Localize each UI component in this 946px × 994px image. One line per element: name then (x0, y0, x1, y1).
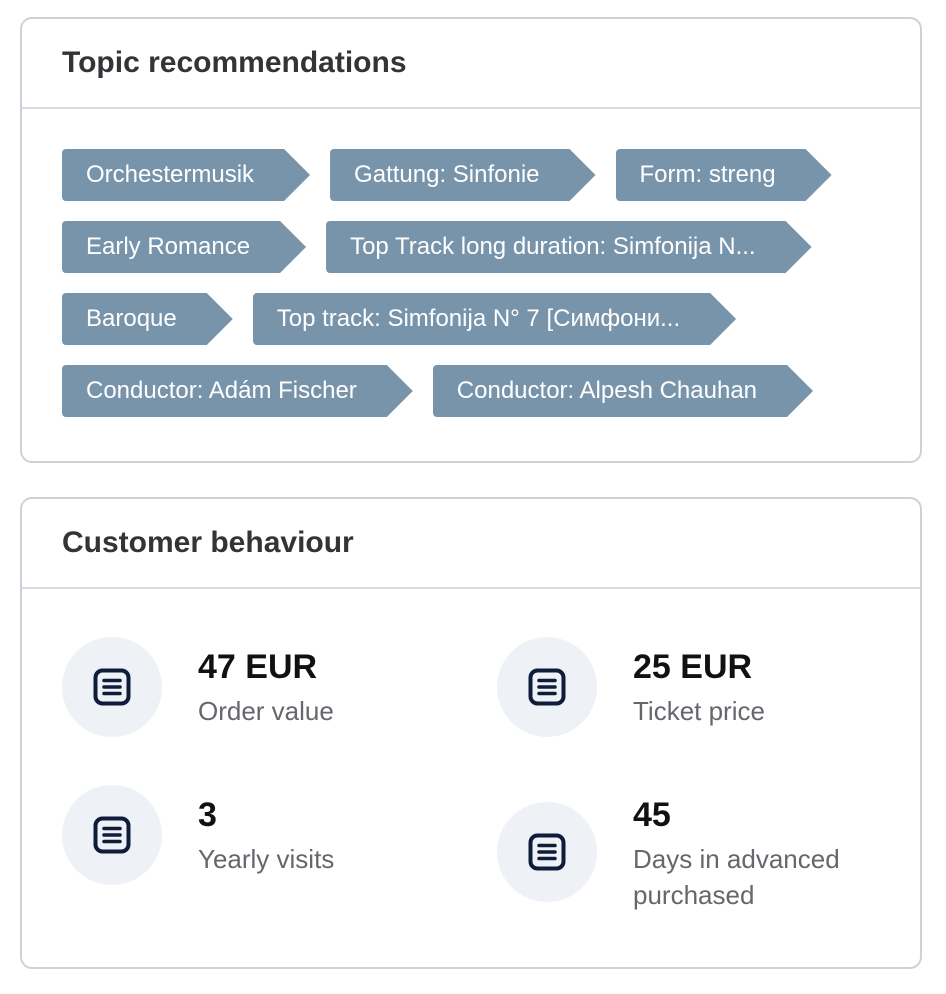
stat-label: Ticket price (633, 696, 765, 726)
stat-yearly-visits: 3 Yearly visits (62, 785, 458, 885)
stat-label: Days in advanced purchased (633, 844, 840, 910)
topic-tag[interactable]: Orchestermusik (62, 149, 310, 201)
stat-days-in-advance: 45 Days in advanced purchased (497, 785, 893, 913)
card-title: Customer behaviour (22, 499, 920, 589)
stat-value: 45 (633, 796, 671, 834)
document-lines-icon (93, 668, 131, 706)
icon-circle (62, 637, 162, 737)
tag-row: Baroque Top track: Simfonija N° 7 [Симфо… (62, 293, 880, 345)
topic-tag[interactable]: Form: streng (616, 149, 832, 201)
document-lines-icon (528, 668, 566, 706)
topic-tag[interactable]: Conductor: Alpesh Chauhan (433, 365, 813, 417)
topic-tag[interactable]: Early Romance (62, 221, 306, 273)
stat-label: Yearly visits (198, 844, 335, 874)
stat-value: 25 EUR (633, 648, 753, 686)
topic-tag[interactable]: Conductor: Adám Fischer (62, 365, 413, 417)
stats-grid: 47 EUR Order value 25 EUR Ticket price 3… (22, 589, 920, 967)
topic-tag[interactable]: Top track: Simfonija N° 7 [Симфони... (253, 293, 736, 345)
tag-list: Orchestermusik Gattung: Sinfonie Form: s… (22, 109, 920, 417)
tag-row: Conductor: Adám Fischer Conductor: Alpes… (62, 365, 880, 417)
topic-tag[interactable]: Gattung: Sinfonie (330, 149, 595, 201)
card-title: Topic recommendations (22, 19, 920, 109)
customer-behaviour-card: Customer behaviour 47 EUR Order value 25… (20, 497, 922, 969)
tag-row: Orchestermusik Gattung: Sinfonie Form: s… (62, 149, 880, 201)
document-lines-icon (93, 816, 131, 854)
tag-row: Early Romance Top Track long duration: S… (62, 221, 880, 273)
stat-order-value: 47 EUR Order value (62, 637, 458, 737)
stat-value: 47 EUR (198, 648, 318, 686)
stat-ticket-price: 25 EUR Ticket price (497, 637, 893, 737)
topic-tag[interactable]: Baroque (62, 293, 233, 345)
icon-circle (497, 637, 597, 737)
document-lines-icon (528, 833, 566, 871)
stat-value: 3 (198, 796, 217, 834)
stat-label: Order value (198, 696, 334, 726)
topic-tag[interactable]: Top Track long duration: Simfonija N... (326, 221, 812, 273)
icon-circle (497, 802, 597, 902)
icon-circle (62, 785, 162, 885)
topic-recommendations-card: Topic recommendations Orchestermusik Gat… (20, 17, 922, 463)
